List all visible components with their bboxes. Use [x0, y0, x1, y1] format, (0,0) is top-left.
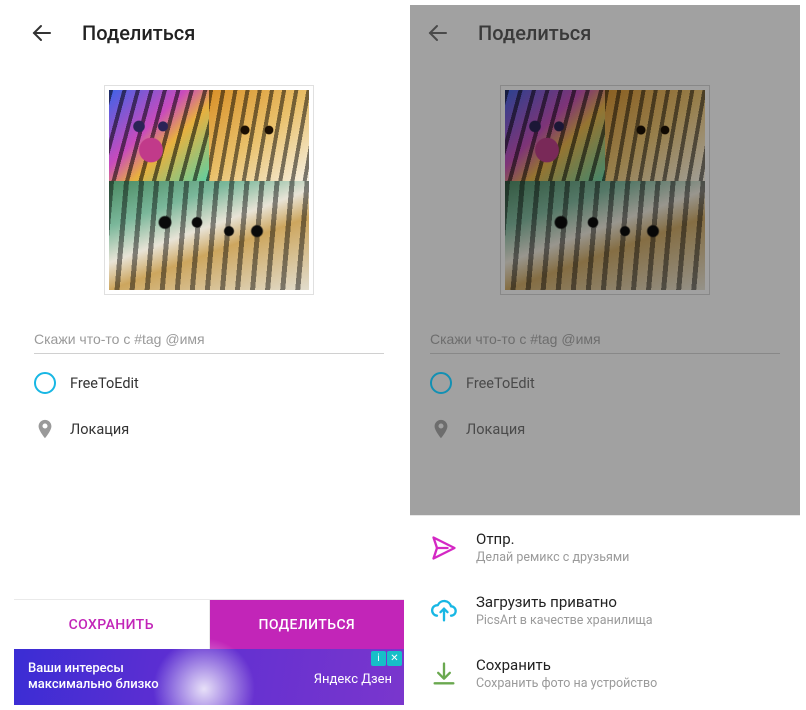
ad-badge: i ✕	[371, 651, 402, 666]
sheet-item-subtitle: Делай ремикс с друзьями	[476, 550, 629, 565]
location-pin-icon	[34, 418, 56, 440]
header: Поделиться	[410, 5, 800, 61]
share-button[interactable]: ПОДЕЛИТЬСЯ	[210, 600, 405, 649]
circle-outline-icon	[430, 372, 452, 394]
ad-close-icon[interactable]: ✕	[387, 651, 402, 666]
ad-text: Ваши интересы максимально близко	[28, 661, 159, 694]
ad-brand: Яндекс Дзен	[314, 672, 392, 687]
page-title: Поделиться	[478, 21, 591, 45]
sheet-item-subtitle: PicsArt в качестве хранилища	[476, 613, 653, 628]
back-arrow-icon[interactable]	[426, 21, 450, 45]
location-row[interactable]: Локация	[410, 406, 800, 452]
page-title: Поделиться	[82, 21, 195, 45]
collage-tile	[209, 90, 309, 181]
save-button[interactable]: СОХРАНИТЬ	[14, 600, 210, 649]
location-label: Локация	[466, 421, 525, 438]
sheet-send-row[interactable]: Отпр. Делай ремикс с друзьями	[410, 516, 800, 579]
share-screen-right: Поделиться FreeToEdit Локация	[410, 5, 800, 705]
bottom-action-bar: СОХРАНИТЬ ПОДЕЛИТЬСЯ	[14, 599, 404, 649]
collage-tile	[605, 90, 705, 181]
image-preview-area	[14, 61, 404, 313]
share-sheet: Отпр. Делай ремикс с друзьями Загрузить …	[410, 515, 800, 705]
free-to-edit-row[interactable]: FreeToEdit	[14, 360, 404, 406]
sheet-item-subtitle: Сохранить фото на устройство	[476, 676, 657, 691]
sheet-item-title: Сохранить	[476, 656, 657, 674]
free-to-edit-label: FreeToEdit	[70, 375, 139, 392]
image-preview[interactable]	[500, 85, 710, 295]
image-preview[interactable]	[104, 85, 314, 295]
back-arrow-icon[interactable]	[30, 21, 54, 45]
cloud-upload-icon	[430, 597, 458, 625]
free-to-edit-row[interactable]: FreeToEdit	[410, 360, 800, 406]
sheet-item-title: Отпр.	[476, 530, 629, 548]
header: Поделиться	[14, 5, 404, 61]
location-label: Локация	[70, 421, 129, 438]
caption-row	[14, 313, 404, 360]
sheet-upload-private-row[interactable]: Загрузить приватно PicsArt в качестве хр…	[410, 579, 800, 642]
collage-tile	[109, 181, 309, 290]
free-to-edit-label: FreeToEdit	[466, 375, 535, 392]
collage-tile	[109, 90, 209, 181]
sheet-save-row[interactable]: Сохранить Сохранить фото на устройство	[410, 642, 800, 705]
location-row[interactable]: Локация	[14, 406, 404, 452]
share-screen-left: Поделиться FreeToEdit Локация СОХРАНИТЬ …	[14, 5, 404, 705]
collage-tile	[505, 181, 705, 290]
collage-tile	[505, 90, 605, 181]
image-preview-area	[410, 61, 800, 313]
caption-input[interactable]	[34, 325, 384, 354]
sheet-item-title: Загрузить приватно	[476, 593, 653, 611]
caption-row	[410, 313, 800, 360]
caption-input[interactable]	[430, 325, 780, 354]
ad-banner[interactable]: Ваши интересы максимально близко Яндекс …	[14, 649, 404, 705]
download-icon	[430, 660, 458, 688]
send-icon	[430, 534, 458, 562]
location-pin-icon	[430, 418, 452, 440]
ad-info-icon[interactable]: i	[371, 651, 386, 666]
circle-outline-icon	[34, 372, 56, 394]
